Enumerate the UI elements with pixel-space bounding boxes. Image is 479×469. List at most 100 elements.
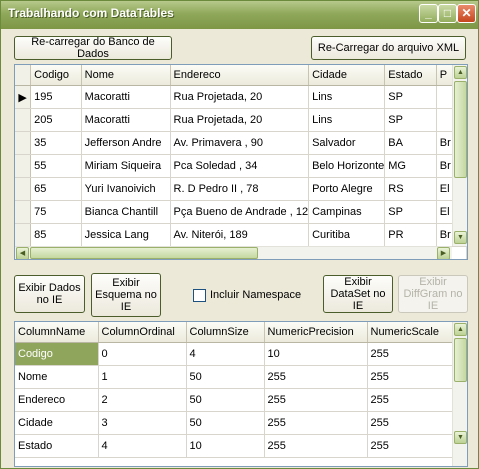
table-cell[interactable]: 0: [98, 342, 187, 366]
table-row[interactable]: Cidade 3 50 255 255: [15, 411, 453, 435]
table-cell[interactable]: Codigo: [15, 342, 99, 366]
table-row[interactable]: Estado 4 10 255 255: [15, 434, 453, 458]
scroll-up-icon[interactable]: ▲: [454, 323, 467, 336]
table-cell[interactable]: 255: [264, 388, 368, 412]
column-header[interactable]: Nome: [81, 65, 171, 86]
table-cell[interactable]: 65: [30, 177, 82, 201]
table-row[interactable]: 55 Miriam Siqueira Pca Soledad , 34 Belo Ho…: [15, 154, 467, 178]
horizontal-scroll-thumb[interactable]: [30, 247, 258, 259]
table-cell[interactable]: Curitiba: [308, 223, 386, 247]
table-cell[interactable]: 50: [186, 365, 265, 389]
schema-grid-vertical-scrollbar[interactable]: ▲ ▼: [452, 322, 467, 466]
column-header[interactable]: Cidade: [308, 65, 386, 86]
minimize-button[interactable]: _: [419, 4, 438, 23]
table-cell[interactable]: Miriam Siqueira: [81, 154, 171, 178]
table-cell[interactable]: 255: [367, 365, 453, 389]
column-header[interactable]: NumericPrecision: [264, 322, 368, 343]
row-header[interactable]: [15, 200, 32, 224]
table-row[interactable]: Codigo 0 4 10 255: [15, 342, 453, 366]
table-cell[interactable]: RS: [384, 177, 437, 201]
table-cell[interactable]: 255: [367, 411, 453, 435]
vertical-scroll-thumb[interactable]: [454, 338, 467, 382]
table-cell[interactable]: 255: [264, 434, 368, 458]
row-header[interactable]: [15, 131, 32, 155]
include-namespace-checkbox[interactable]: [193, 289, 206, 302]
table-cell[interactable]: Lins: [308, 108, 386, 132]
schema-grid[interactable]: ColumnName ColumnOrdinal ColumnSize Numeric…: [14, 321, 468, 467]
table-cell[interactable]: R. D Pedro II , 78: [170, 177, 310, 201]
table-cell[interactable]: Macoratti: [81, 108, 171, 132]
table-cell[interactable]: Rua Projetada, 20: [170, 85, 310, 109]
table-cell[interactable]: 50: [186, 388, 265, 412]
table-cell[interactable]: Belo Horizonte: [308, 154, 386, 178]
column-header[interactable]: ColumnOrdinal: [98, 322, 187, 343]
table-cell[interactable]: Pca Soledad , 34: [170, 154, 310, 178]
table-cell[interactable]: Nome: [15, 365, 99, 389]
column-header[interactable]: ColumnName: [15, 322, 99, 343]
table-row[interactable]: 75 Bianca Chantill Pça Bueno de Andrade , …: [15, 200, 467, 224]
table-cell[interactable]: Macoratti: [81, 85, 171, 109]
title-bar[interactable]: Trabalhando com DataTables _ □ ✕: [1, 1, 478, 29]
row-header[interactable]: [15, 108, 32, 132]
table-cell[interactable]: 195: [30, 85, 82, 109]
table-row[interactable]: 205 Macoratti Rua Projetada, 20 Lins SP: [15, 108, 467, 132]
table-cell[interactable]: Yuri Ivanoivich: [81, 177, 171, 201]
data-grid-vertical-scrollbar[interactable]: ▲ ▼: [452, 65, 467, 246]
table-cell[interactable]: BA: [384, 131, 437, 155]
table-cell[interactable]: Cidade: [15, 411, 99, 435]
corner-header[interactable]: [15, 65, 32, 86]
table-row[interactable]: ▶ 195 Macoratti Rua Projetada, 20 Lins SP: [15, 85, 467, 109]
table-row[interactable]: Endereco 2 50 255 255: [15, 388, 453, 412]
scroll-up-icon[interactable]: ▲: [454, 66, 467, 79]
table-cell[interactable]: Pça Bueno de Andrade , 12: [170, 200, 310, 224]
table-cell[interactable]: 85: [30, 223, 82, 247]
show-schema-ie-button[interactable]: Exibir Esquema no IE: [91, 273, 161, 317]
table-cell[interactable]: MG: [384, 154, 437, 178]
column-header[interactable]: Estado: [384, 65, 437, 86]
table-cell[interactable]: Salvador: [308, 131, 386, 155]
data-grid-horizontal-scrollbar[interactable]: ◀ ▶: [15, 246, 452, 259]
table-cell[interactable]: 205: [30, 108, 82, 132]
current-row-indicator-icon[interactable]: ▶: [15, 85, 32, 109]
table-cell[interactable]: Lins: [308, 85, 386, 109]
table-row[interactable]: 85 Jessica Lang Av. Niterói, 189 Curitiba PR…: [15, 223, 467, 247]
table-cell[interactable]: Campinas: [308, 200, 386, 224]
table-cell[interactable]: Av. Niterói, 189: [170, 223, 310, 247]
column-header[interactable]: Endereco: [170, 65, 310, 86]
table-cell[interactable]: Rua Projetada, 20: [170, 108, 310, 132]
table-cell[interactable]: 10: [264, 342, 368, 366]
table-cell[interactable]: SP: [384, 108, 437, 132]
show-data-ie-button[interactable]: Exibir Dados no IE: [14, 275, 85, 313]
maximize-button[interactable]: □: [438, 4, 457, 23]
table-cell[interactable]: 255: [367, 434, 453, 458]
table-cell[interactable]: Estado: [15, 434, 99, 458]
reload-xml-button[interactable]: Re-Carregar do arquivo XML: [311, 36, 466, 60]
table-cell[interactable]: Av. Primavera , 90: [170, 131, 310, 155]
table-row[interactable]: 65 Yuri Ivanoivich R. D Pedro II , 78 Porto…: [15, 177, 467, 201]
column-header[interactable]: NumericScale: [367, 322, 453, 343]
close-button[interactable]: ✕: [457, 4, 476, 23]
show-dataset-ie-button[interactable]: Exibir DataSet no IE: [323, 275, 393, 313]
table-cell[interactable]: Porto Alegre: [308, 177, 386, 201]
table-cell[interactable]: Endereco: [15, 388, 99, 412]
table-row[interactable]: Nome 1 50 255 255: [15, 365, 453, 389]
table-cell[interactable]: Jefferson Andre: [81, 131, 171, 155]
table-cell[interactable]: 255: [367, 342, 453, 366]
column-header[interactable]: Codigo: [30, 65, 82, 86]
table-row[interactable]: 35 Jefferson Andre Av. Primavera , 90 Salva…: [15, 131, 467, 155]
table-cell[interactable]: 55: [30, 154, 82, 178]
table-cell[interactable]: 1: [98, 365, 187, 389]
row-header[interactable]: [15, 223, 32, 247]
table-cell[interactable]: 3: [98, 411, 187, 435]
table-cell[interactable]: 255: [367, 388, 453, 412]
table-cell[interactable]: 50: [186, 411, 265, 435]
table-cell[interactable]: 255: [264, 411, 368, 435]
row-header[interactable]: [15, 177, 32, 201]
table-cell[interactable]: 35: [30, 131, 82, 155]
column-header[interactable]: ColumnSize: [186, 322, 265, 343]
table-cell[interactable]: SP: [384, 200, 437, 224]
data-grid[interactable]: Codigo Nome Endereco Cidade Estado P ▶ 195 Maco…: [14, 64, 468, 260]
table-cell[interactable]: Bianca Chantill: [81, 200, 171, 224]
reload-db-button[interactable]: Re-carregar do Banco de Dados: [14, 36, 172, 60]
table-cell[interactable]: PR: [384, 223, 437, 247]
